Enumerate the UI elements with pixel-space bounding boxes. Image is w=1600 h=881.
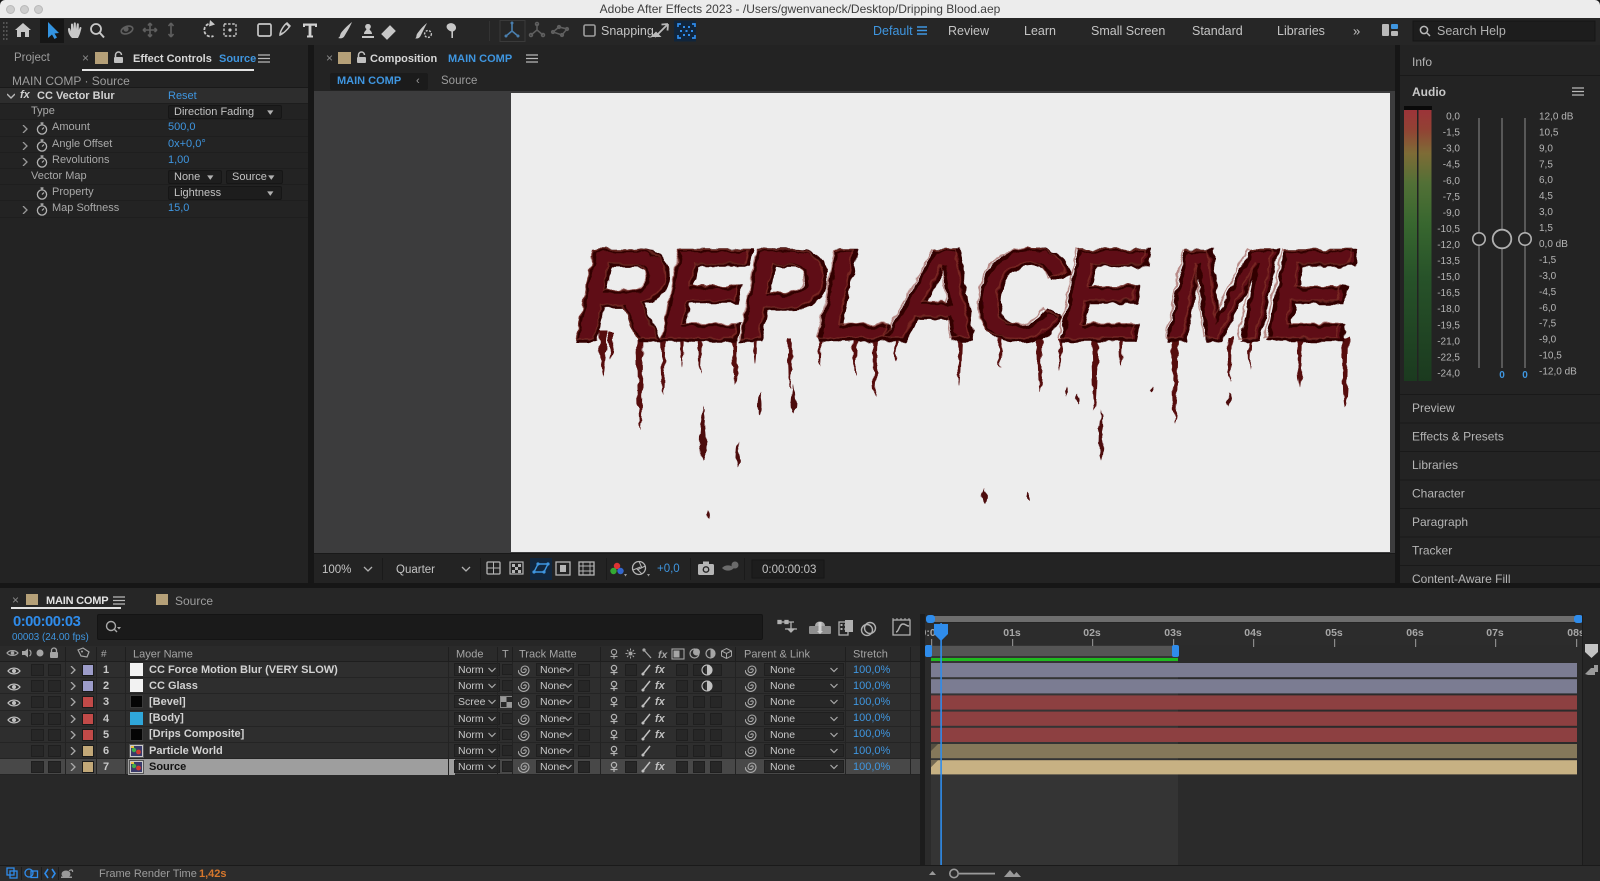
svg-text:-19,5: -19,5 <box>1437 320 1460 331</box>
svg-text:Review: Review <box>948 24 990 38</box>
svg-text:T: T <box>502 649 509 661</box>
svg-text:9,0: 9,0 <box>1539 143 1553 154</box>
svg-text:Parent & Link: Parent & Link <box>744 649 811 661</box>
svg-text:-12,0 dB: -12,0 dB <box>1539 367 1577 378</box>
svg-text:Libraries: Libraries <box>1412 458 1458 472</box>
svg-text:Mode: Mode <box>456 649 484 661</box>
svg-text:-12,0: -12,0 <box>1437 240 1460 251</box>
svg-text:Paragraph: Paragraph <box>1412 515 1468 529</box>
svg-text:1,5: 1,5 <box>1539 223 1553 234</box>
svg-text:04s: 04s <box>1244 627 1262 639</box>
svg-text:03s: 03s <box>1164 627 1182 639</box>
svg-text:0,0 dB: 0,0 dB <box>1539 239 1568 250</box>
svg-text:10,5: 10,5 <box>1539 127 1559 138</box>
svg-text:Quarter: Quarter <box>396 564 435 576</box>
svg-text:Learn: Learn <box>1024 24 1056 38</box>
svg-text:+0,0: +0,0 <box>657 563 680 575</box>
svg-text:-6,0: -6,0 <box>1539 303 1557 314</box>
svg-text:-3,0: -3,0 <box>1443 144 1461 155</box>
svg-text:-1,5: -1,5 <box>1539 255 1557 266</box>
svg-text:REPLACE ME: REPLACE ME <box>574 223 1352 366</box>
svg-text:Audio: Audio <box>1412 85 1446 99</box>
svg-text:-7,5: -7,5 <box>1443 192 1461 203</box>
svg-text:4,5: 4,5 <box>1539 191 1553 202</box>
svg-text:-10,5: -10,5 <box>1437 224 1460 235</box>
svg-text:-9,0: -9,0 <box>1443 208 1461 219</box>
svg-text:Libraries: Libraries <box>1277 24 1325 38</box>
svg-text:-4,5: -4,5 <box>1539 287 1557 298</box>
svg-text:0: 0 <box>1499 370 1505 381</box>
svg-text:-22,5: -22,5 <box>1437 352 1460 363</box>
svg-text:02s: 02s <box>1083 627 1101 639</box>
svg-text:-13,5: -13,5 <box>1437 256 1460 267</box>
svg-text:12,0 dB: 12,0 dB <box>1539 112 1574 123</box>
svg-text:-1,5: -1,5 <box>1443 128 1461 139</box>
svg-text:06s: 06s <box>1406 627 1424 639</box>
svg-text:-9,0: -9,0 <box>1539 335 1557 346</box>
svg-text:0: 0 <box>1522 370 1528 381</box>
svg-text:Small Screen: Small Screen <box>1091 24 1165 38</box>
svg-text:1,42s: 1,42s <box>199 868 227 880</box>
svg-text:-15,0: -15,0 <box>1437 272 1460 283</box>
svg-text:7,5: 7,5 <box>1539 159 1553 170</box>
svg-text:100%: 100% <box>322 564 351 576</box>
svg-text:Standard: Standard <box>1192 24 1243 38</box>
svg-text:-10,5: -10,5 <box>1539 351 1562 362</box>
svg-text:Character: Character <box>1412 487 1465 501</box>
svg-text:0,0: 0,0 <box>1446 112 1460 123</box>
svg-text:05s: 05s <box>1325 627 1343 639</box>
svg-text:-7,5: -7,5 <box>1539 319 1557 330</box>
svg-text:-18,0: -18,0 <box>1437 304 1460 315</box>
svg-text:6,0: 6,0 <box>1539 175 1553 186</box>
svg-text:-16,5: -16,5 <box>1437 288 1460 299</box>
svg-text:-4,5: -4,5 <box>1443 160 1461 171</box>
svg-text:Content-Aware Fill: Content-Aware Fill <box>1412 572 1510 583</box>
svg-text:3,0: 3,0 <box>1539 207 1553 218</box>
svg-text:Layer Name: Layer Name <box>133 649 193 661</box>
svg-text:0:00:00:03: 0:00:00:03 <box>762 564 816 576</box>
svg-text:Info: Info <box>1412 55 1432 69</box>
svg-text:-24,0: -24,0 <box>1437 369 1460 380</box>
svg-text:-3,0: -3,0 <box>1539 271 1557 282</box>
svg-text:Search Help: Search Help <box>1437 24 1506 38</box>
svg-text:01s: 01s <box>1003 627 1021 639</box>
svg-text:Default: Default <box>873 24 913 38</box>
svg-text:Track Matte: Track Matte <box>519 649 577 661</box>
svg-text:#: # <box>101 649 107 660</box>
svg-text:-21,0: -21,0 <box>1437 336 1460 347</box>
svg-text:Preview: Preview <box>1412 401 1455 415</box>
svg-text:Frame Render Time: Frame Render Time <box>99 868 197 880</box>
svg-text:Stretch: Stretch <box>853 649 888 661</box>
svg-text:Snapping: Snapping <box>601 24 654 38</box>
svg-text:-6,0: -6,0 <box>1443 176 1461 187</box>
svg-text:07s: 07s <box>1486 627 1504 639</box>
svg-text:fx: fx <box>658 649 668 661</box>
svg-text:Effects & Presets: Effects & Presets <box>1412 430 1504 444</box>
svg-text:»: » <box>1353 24 1360 39</box>
svg-text:Tracker: Tracker <box>1412 544 1452 558</box>
